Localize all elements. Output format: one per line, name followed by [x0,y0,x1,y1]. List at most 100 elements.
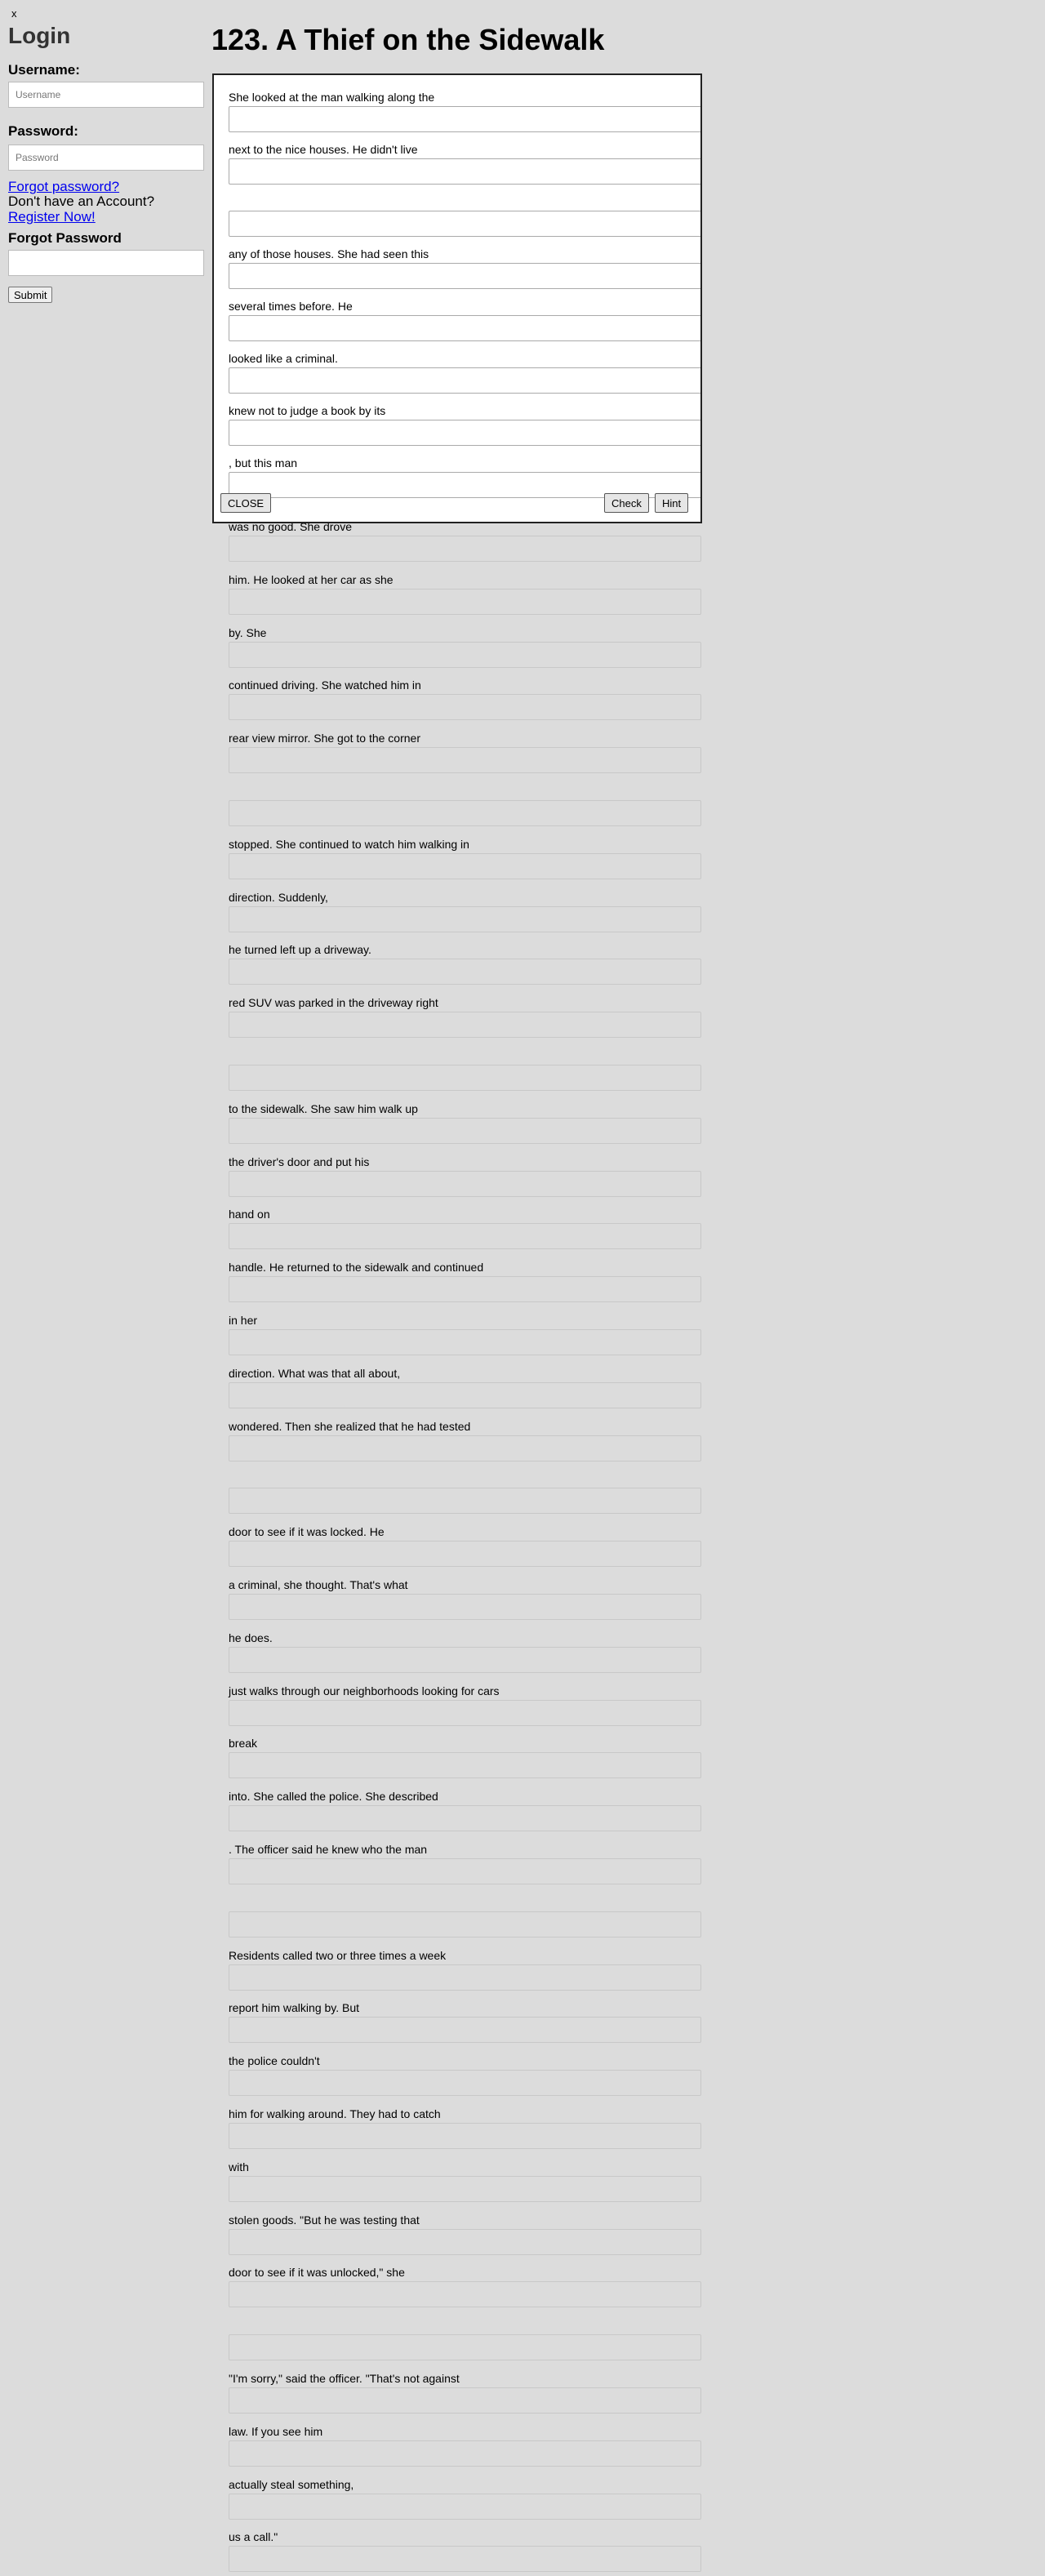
segment-text [229,1895,704,1910]
blank-input[interactable] [229,1594,701,1620]
segment-text: with [229,2160,249,2173]
blank-input[interactable] [229,211,700,237]
segment-text: he does. [229,1631,273,1644]
blank-input[interactable] [229,959,701,985]
blank-input[interactable] [229,1276,701,1303]
blank-input[interactable] [229,800,701,826]
story-segment: he does. [229,1631,704,1673]
segment-text: him. He looked at her car as she [229,572,394,586]
blank-input[interactable] [229,2281,701,2308]
story-segment: by. She [229,625,704,668]
blank-input[interactable] [229,420,700,446]
blank-input[interactable] [229,694,701,721]
segment-text: stolen goods. "But he was testing that [229,2213,420,2227]
blank-input[interactable] [229,1329,701,1355]
story-segment [229,784,704,826]
blank-input[interactable] [229,1170,701,1197]
blank-input[interactable] [229,2228,701,2255]
close-button[interactable]: CLOSE [220,493,272,513]
blank-input[interactable] [229,158,700,185]
blank-input[interactable] [229,367,700,394]
story-segment: several times before. He [229,299,700,341]
check-button[interactable]: Check [604,493,649,513]
blank-input[interactable] [229,1752,701,1779]
blank-input[interactable] [229,1065,701,1091]
blank-input[interactable] [229,747,701,774]
story-segment [229,194,700,237]
blank-input[interactable] [229,2070,701,2097]
segment-text: stopped. She continued to watch him walk… [229,837,469,851]
blank-input[interactable] [229,2017,701,2044]
story-segment: "I'm sorry," said the officer. "That's n… [229,2371,704,2414]
story-segment: just walks through our neighborhoods loo… [229,1684,704,1726]
story-segment: him. He looked at her car as she [229,572,704,615]
segment-text: door to see if it was unlocked," she [229,2266,405,2280]
blank-input[interactable] [229,1805,701,1832]
forgot-password-link[interactable]: Forgot password? [8,179,119,194]
register-link[interactable]: Register Now! [8,209,96,225]
submit-button[interactable]: Submit [8,287,53,303]
story-segment: knew not to judge a book by its [229,403,700,446]
segment-text: Residents called two or three times a we… [229,1948,447,1962]
story-segment: stopped. She continued to watch him walk… [229,837,704,879]
blank-input[interactable] [229,2387,701,2414]
login-title: Login [8,23,71,48]
story-segment: us a call." [229,2529,704,2573]
hint-button[interactable]: Hint [655,493,689,513]
blank-input[interactable] [229,1117,701,1144]
blank-input[interactable] [229,641,701,668]
blank-input[interactable] [229,1488,701,1515]
blank-input[interactable] [229,1646,701,1673]
segment-text: direction. What was that all about, [229,1366,401,1380]
blank-input[interactable] [229,2334,701,2361]
segment-text: just walks through our neighborhoods loo… [229,1684,500,1697]
story-segment: She looked at the man walking along the [229,90,700,132]
blank-input[interactable] [229,1541,701,1568]
segment-text: direction. Suddenly, [229,890,328,904]
blank-input[interactable] [229,1699,701,1726]
username-input[interactable] [8,82,204,108]
segment-text [229,2318,704,2333]
story-segment: into. She called the police. She describ… [229,1789,704,1832]
blank-input[interactable] [229,2440,701,2467]
blank-input[interactable] [229,1012,701,1039]
blank-input[interactable] [229,2546,701,2573]
blank-input[interactable] [229,1964,701,1991]
blank-input[interactable] [229,263,700,289]
blank-input[interactable] [229,1381,701,1408]
blank-input[interactable] [229,2175,701,2202]
forgot-email-input[interactable] [8,250,204,276]
story-segment: the police couldn't [229,2053,704,2097]
story-segment: to the sidewalk. She saw him walk up [229,1101,704,1144]
blank-input[interactable] [229,1911,701,1938]
segment-text: several times before. He [229,300,353,313]
password-input[interactable] [8,145,204,171]
blank-input[interactable] [229,1223,701,1250]
segment-text [229,784,704,799]
password-label: Password: [8,123,78,139]
segment-text: the driver's door and put his [229,1155,370,1168]
blank-input[interactable] [229,905,701,932]
segment-text: handle. He returned to the sidewalk and … [229,1261,484,1275]
story-segment: the driver's door and put his [229,1155,704,1197]
story-segment: break [229,1736,704,1779]
blank-input[interactable] [229,588,701,615]
segment-text: any of those houses. She had seen this [229,247,429,260]
segment-text: next to the nice houses. He didn't live [229,143,418,156]
blank-input[interactable] [229,536,701,562]
blank-input[interactable] [229,2493,701,2520]
segment-text: law. If you see him [229,2424,323,2438]
story-segment: red SUV was parked in the driveway right [229,995,704,1039]
blank-input[interactable] [229,1435,701,1462]
blank-input[interactable] [229,106,700,132]
blank-input[interactable] [229,315,700,341]
close-sidebar-button[interactable]: x [11,7,17,20]
segment-text: looked like a criminal. [229,352,338,365]
blank-input[interactable] [229,1858,701,1884]
story-title: 123. A Thief on the Sidewalk [211,23,605,56]
segment-text [229,194,700,209]
story-segment: hand on [229,1207,704,1250]
blank-input[interactable] [229,2123,701,2149]
segment-text: break [229,1737,258,1751]
blank-input[interactable] [229,852,701,879]
